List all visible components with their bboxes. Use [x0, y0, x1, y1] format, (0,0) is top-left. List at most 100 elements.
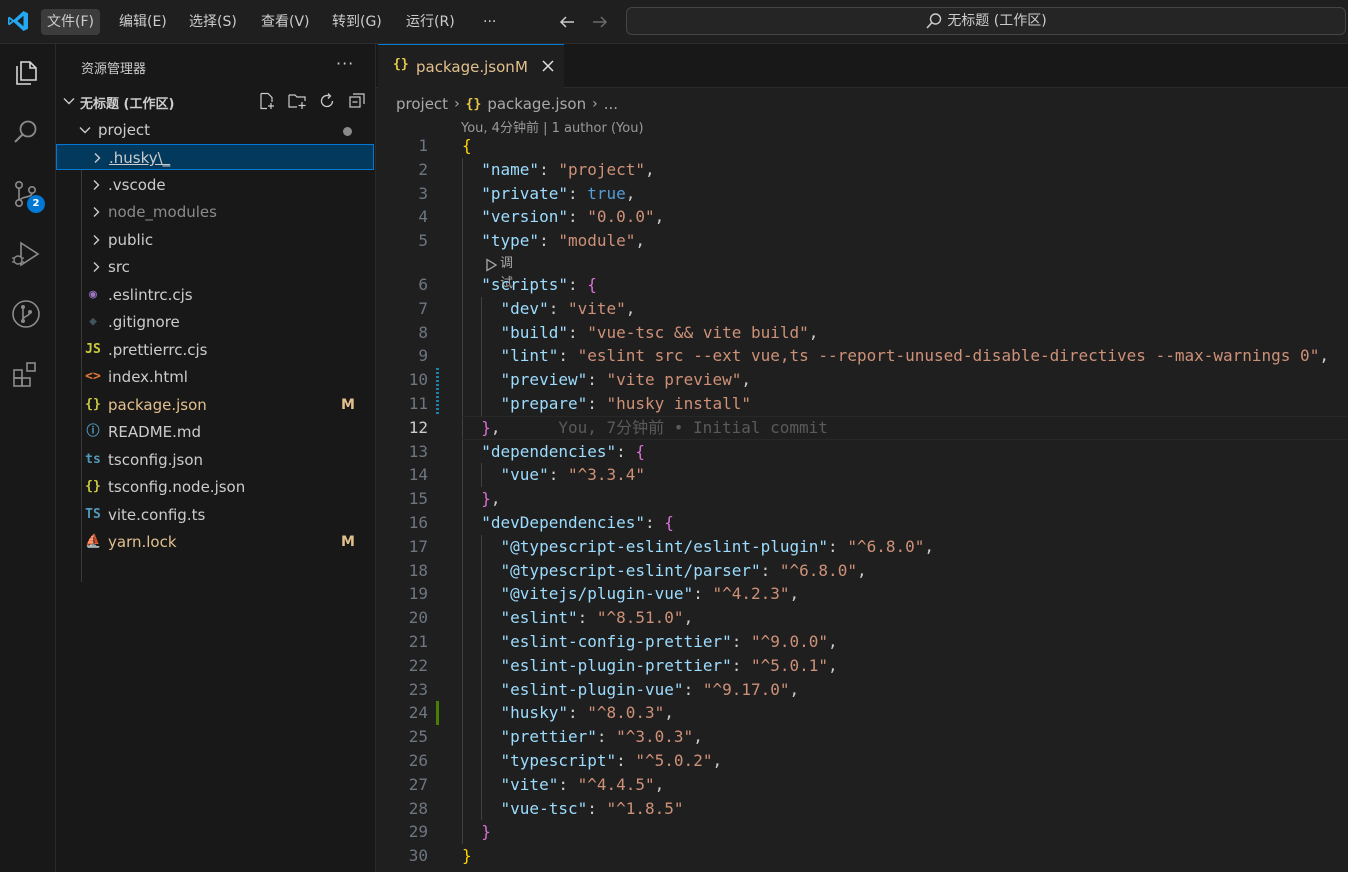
code-token: "dev" — [500, 298, 549, 318]
code-token: "^5.0.2" — [635, 751, 713, 770]
code-token: : — [548, 298, 568, 318]
code-token: : — [693, 584, 713, 604]
tab-label: package.json — [416, 58, 515, 76]
line-number: 28 — [408, 798, 428, 818]
code-token: , — [625, 183, 636, 203]
code-token: "devDependencies" — [481, 513, 646, 532]
collapse-all-icon[interactable] — [348, 92, 366, 110]
code-token: "vite" — [567, 298, 626, 318]
menu-item[interactable]: 文件(F) — [41, 9, 100, 35]
yarn-icon: ⛵ — [85, 534, 102, 549]
code-token: "version" — [481, 207, 568, 227]
new-file-icon[interactable] — [258, 92, 276, 110]
code-token: "0.0.0" — [587, 207, 655, 227]
code-token: : — [558, 774, 578, 794]
menu-item[interactable]: 转到(G) — [326, 9, 388, 35]
code-token: : — [587, 394, 607, 413]
tree-file[interactable]: JS .prettierrc.cjs — [56, 337, 374, 363]
menu-item[interactable]: 编辑(E) — [113, 9, 173, 35]
code-token: : — [616, 441, 636, 461]
tab-bar: {} package.json M — [376, 44, 1348, 88]
breadcrumb-item-file[interactable]: package.json — [487, 95, 586, 113]
new-folder-icon[interactable] — [288, 92, 306, 110]
line-number: 2 — [418, 159, 428, 179]
tree-folder[interactable]: .vscode — [56, 172, 374, 198]
code-token: : — [616, 751, 636, 770]
code-token: "typescript" — [500, 751, 617, 770]
code-token: , — [712, 751, 723, 770]
line-number: 5 — [418, 231, 428, 251]
refresh-icon[interactable] — [318, 92, 336, 110]
workspace-header[interactable]: 无标题 (工作区) — [56, 90, 374, 112]
close-icon[interactable] — [540, 58, 556, 74]
tree-file[interactable]: ts tsconfig.json — [56, 447, 374, 473]
code-line: 5 "type": "module", — [376, 229, 1348, 253]
breadcrumb-item-symbols[interactable]: ... — [604, 95, 618, 113]
breadcrumb-item-project[interactable]: project — [396, 95, 448, 113]
run-debug-icon[interactable] — [10, 238, 42, 270]
explorer-sidebar: 资源管理器 ··· 无标题 (工作区) project .husky\_ .vs… — [56, 44, 376, 872]
line-number: 20 — [408, 608, 428, 628]
menu-item[interactable]: 运行(R) — [400, 9, 461, 35]
tree-file[interactable]: {} tsconfig.node.json — [56, 474, 374, 500]
explorer-icon[interactable] — [10, 56, 42, 88]
tree-file[interactable]: ◆ .gitignore — [56, 309, 374, 335]
arrow-right-icon[interactable] — [589, 11, 611, 33]
line-content: "private": true, — [462, 182, 635, 206]
git-blame-annotation: You, 7分钟前 • Initial commit — [558, 417, 828, 437]
code-token: "husky" — [500, 703, 568, 723]
code-token: "^1.8.5" — [606, 798, 684, 818]
code-token: "module" — [558, 231, 636, 251]
tree-file[interactable]: <> index.html — [56, 364, 374, 390]
tree-folder[interactable]: src — [56, 254, 374, 280]
arrow-left-icon[interactable] — [556, 11, 578, 33]
tree-file[interactable]: TS vite.config.ts — [56, 502, 374, 528]
menu-more-icon[interactable]: ··· — [477, 9, 502, 35]
code-token: "^3.3.4" — [567, 465, 646, 485]
tree-file[interactable]: {} package.json M — [56, 392, 374, 418]
file-name: README.md — [108, 423, 202, 441]
code-token: , — [490, 489, 501, 509]
code-token: , — [828, 632, 838, 651]
line-number: 30 — [408, 846, 428, 866]
search-icon[interactable] — [10, 116, 42, 148]
extensions-icon[interactable] — [10, 358, 42, 390]
tab-modified-status: M — [515, 58, 528, 76]
menu-item[interactable]: 选择(S) — [183, 9, 243, 35]
project-folder[interactable]: project — [56, 118, 374, 142]
tree-file[interactable]: ◉ .eslintrc.cjs — [56, 282, 374, 308]
command-center-search[interactable]: 无标题 (工作区) — [626, 7, 1346, 35]
command-center-label: 无标题 (工作区) — [947, 13, 1047, 29]
line-content: "prepare": "husky install" — [462, 392, 751, 416]
code-token: : — [558, 346, 578, 366]
code-token: "eslint-plugin-vue" — [500, 679, 684, 699]
code-token: : — [577, 608, 597, 628]
code-token: : — [683, 679, 703, 699]
line-number: 24 — [408, 703, 428, 723]
tree-folder[interactable]: node_modules — [56, 199, 374, 225]
tree-folder[interactable]: public — [56, 227, 374, 253]
code-token: "^6.8.0" — [847, 536, 925, 556]
tree-file[interactable]: ⓘ README.md — [56, 419, 374, 445]
code-line: 2 "name": "project", — [376, 158, 1348, 182]
tab-package-json[interactable]: {} package.json M — [378, 44, 564, 88]
line-number: 12 — [408, 417, 428, 437]
git-graph-icon[interactable] — [10, 298, 42, 330]
line-number: 4 — [418, 207, 428, 227]
eslint-icon: ◉ — [89, 286, 97, 302]
line-content: "eslint": "^8.51.0", — [462, 606, 694, 630]
chevron-right-icon — [93, 179, 100, 190]
code-token: } — [462, 846, 472, 866]
line-number: 13 — [408, 441, 428, 461]
tree-file[interactable]: ⛵ yarn.lock M — [56, 529, 374, 555]
line-content: "dev": "vite", — [462, 297, 636, 321]
tree-folder[interactable]: .husky\_ — [56, 144, 374, 170]
code-line: 13 "dependencies": { — [376, 440, 1348, 464]
more-actions-icon[interactable]: ··· — [336, 54, 360, 76]
menu-item[interactable]: 查看(V) — [255, 9, 316, 35]
